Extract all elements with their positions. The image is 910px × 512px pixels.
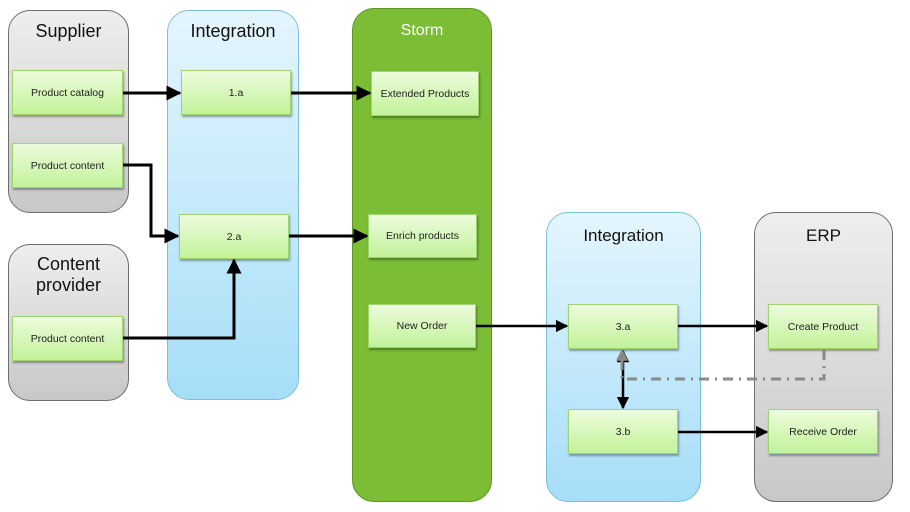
arrow-provider-content-to-2a [123,258,242,340]
arrow-supplier-content-to-2a [123,163,180,244]
connectors-layer [123,85,826,439]
arrow-create-product-to-3a-dashdot [616,348,826,381]
